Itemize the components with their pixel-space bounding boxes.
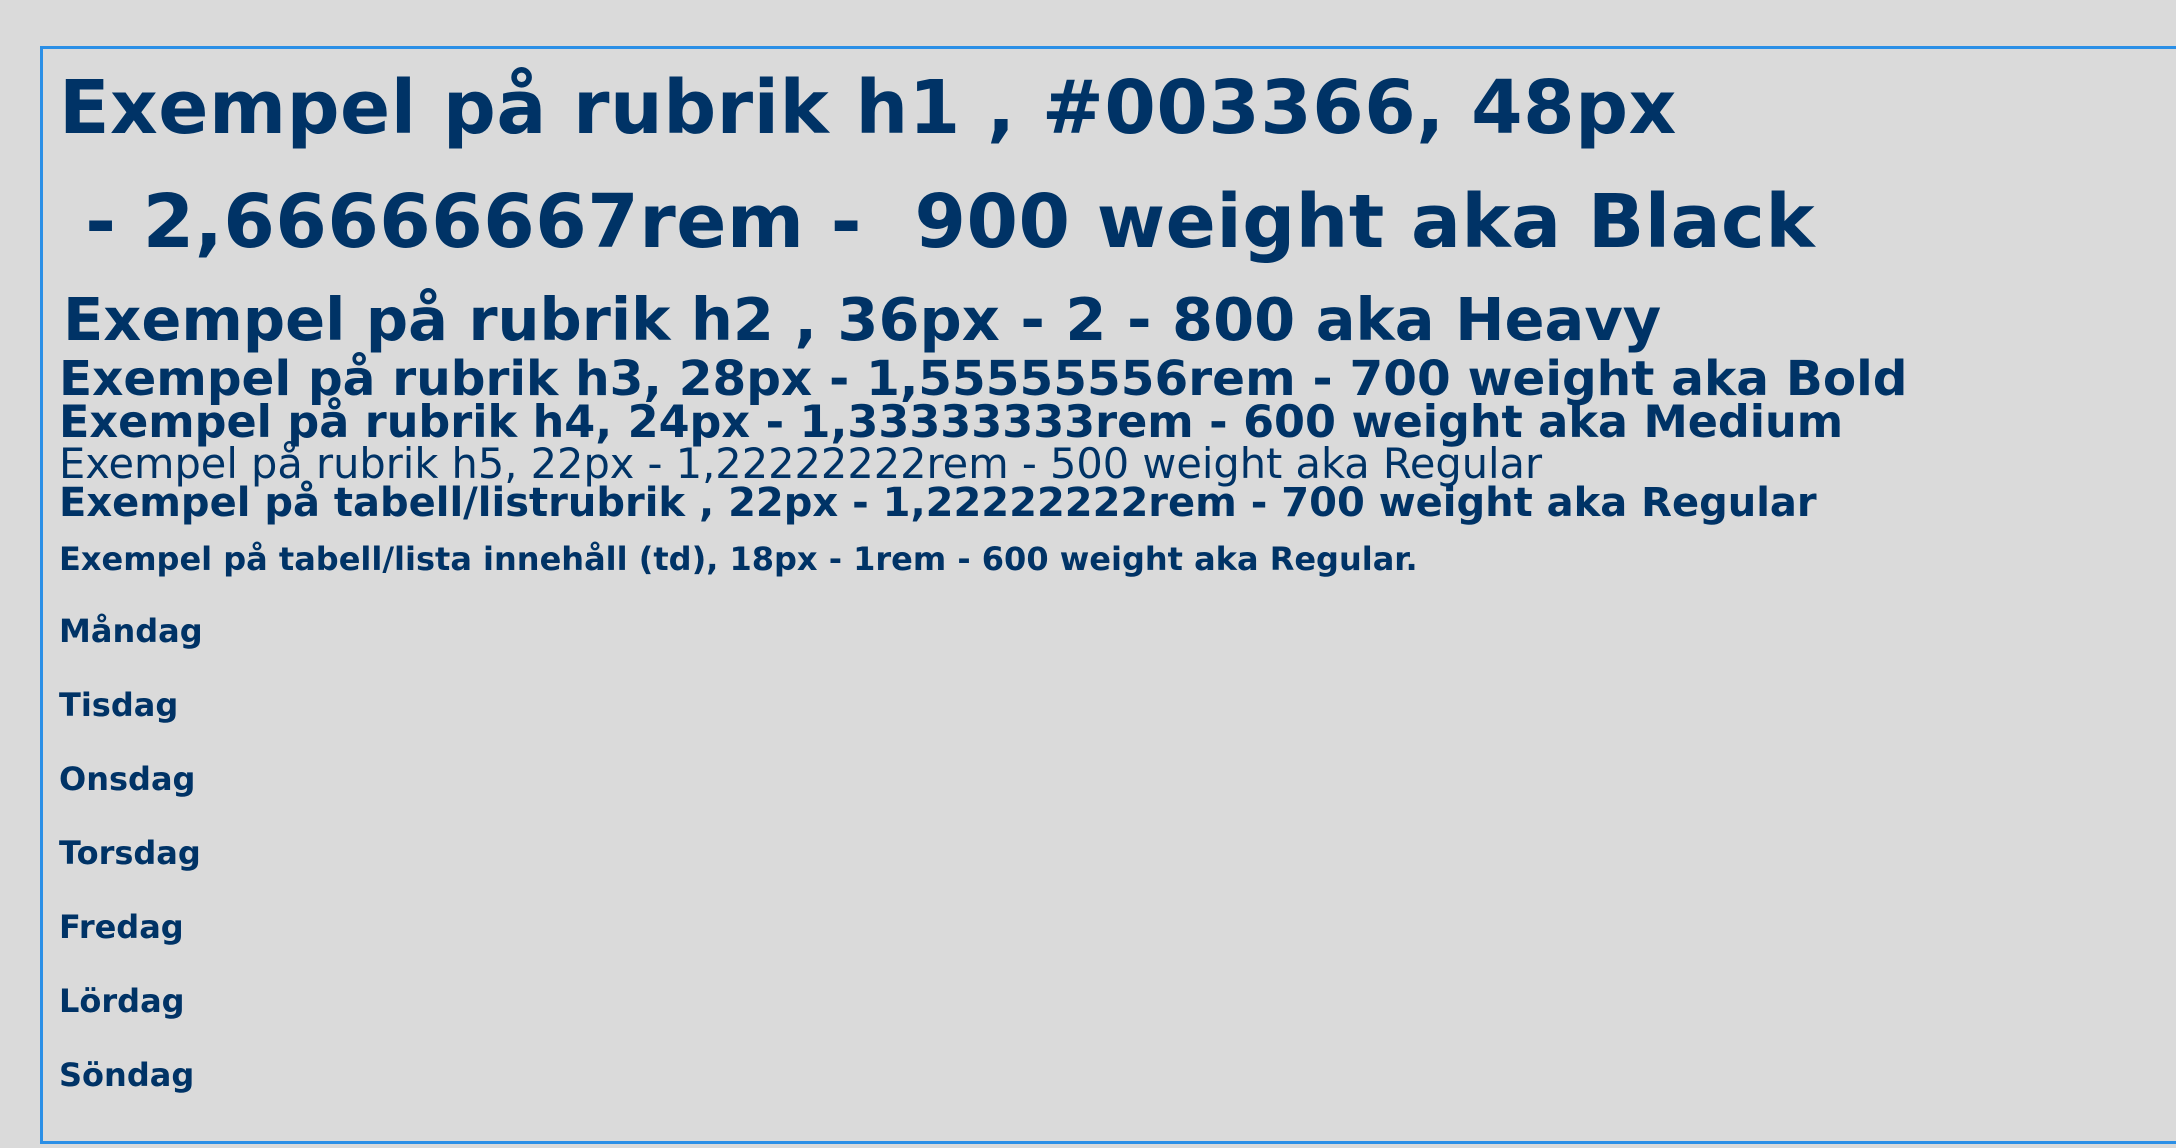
h5-sample: Exempel på rubrik h5, 22px - 1,22222222r… [59, 439, 1543, 488]
table-content-sample: Exempel på tabell/lista innehåll (td), 1… [59, 540, 1418, 578]
list-item: Måndag [59, 612, 203, 650]
list-item: Onsdag [59, 760, 196, 798]
typography-sample-frame: Exempel på rubrik h1 , #003366, 48px - 2… [40, 46, 2176, 1144]
table-header-sample: Exempel på tabell/listrubrik , 22px - 1,… [59, 480, 1817, 526]
list-item: Fredag [59, 908, 184, 946]
list-item: Söndag [59, 1056, 195, 1094]
h1-sample-line-2: - 2,66666667rem - 900 weight aka Black [59, 179, 1816, 265]
list-item: Tisdag [59, 686, 179, 724]
h1-sample-line-1: Exempel på rubrik h1 , #003366, 48px [59, 65, 1677, 151]
list-item: Torsdag [59, 834, 201, 872]
h2-sample: Exempel på rubrik h2 , 36px - 2 - 800 ak… [63, 285, 1662, 354]
list-item: Lördag [59, 982, 185, 1020]
